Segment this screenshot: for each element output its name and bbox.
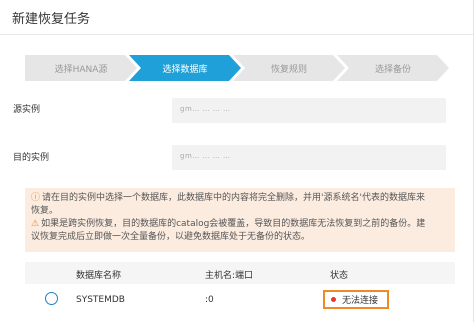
target-instance-value: gm… … … … bbox=[180, 152, 231, 160]
target-instance-label: 目的实例 bbox=[13, 153, 50, 163]
host-port-cell: :0 bbox=[205, 295, 214, 305]
warning-notice: ⓘ 请在目的实例中选择一个数据库，此数据库中的内容将完全删除，并用'源系统名'代表… bbox=[25, 188, 455, 252]
step-select-hana-source[interactable]: 选择HANA源 bbox=[25, 55, 137, 81]
status-dot-icon bbox=[331, 297, 336, 302]
warning-triangle-icon: ⚠ bbox=[31, 219, 40, 229]
notice-line-1b: 恢复。 bbox=[31, 206, 59, 216]
notice-line-3: 议恢复完成后立即做一次全量备份，以避免数据库处于无备份的状态。 bbox=[31, 232, 311, 242]
source-instance-value: gm… … … … bbox=[180, 105, 231, 113]
header-host-port: 主机名:端口 bbox=[205, 271, 254, 281]
title-divider bbox=[0, 34, 473, 35]
info-circle-icon: ⓘ bbox=[31, 193, 41, 203]
table-row[interactable]: SYSTEMDB :0 无法连接 bbox=[25, 284, 455, 318]
step-select-database[interactable]: 选择数据库 bbox=[129, 55, 241, 81]
header-status: 状态 bbox=[330, 271, 349, 281]
step-restore-rules[interactable]: 恢复规则 bbox=[233, 55, 345, 81]
status-text: 无法连接 bbox=[342, 296, 379, 306]
database-name-cell: SYSTEMDB bbox=[76, 295, 125, 305]
source-instance-label: 源实例 bbox=[13, 105, 41, 115]
dialog-title: 新建恢复任务 bbox=[12, 12, 91, 27]
status-cell: 无法连接 bbox=[323, 290, 389, 309]
target-instance-field: gm… … … … bbox=[172, 145, 446, 170]
notice-line-1: ⓘ 请在目的实例中选择一个数据库，此数据库中的内容将完全删除，并用'源系统名'代表… bbox=[31, 193, 425, 203]
header-database-name: 数据库名称 bbox=[76, 271, 122, 281]
wizard-steps: 选择HANA源 选择数据库 恢复规则 选择备份 bbox=[25, 55, 449, 81]
new-restore-task-dialog: 新建恢复任务 选择HANA源 选择数据库 恢复规则 选择备份 源实例 gm… …… bbox=[0, 0, 474, 322]
table-header: 数据库名称 主机名:端口 状态 bbox=[25, 262, 455, 284]
source-instance-field: gm… … … … bbox=[172, 98, 446, 123]
notice-line-2: ⚠ 如果是跨实例恢复，目的数据库的catalog会被覆盖，导致目的数据库无法恢复到… bbox=[31, 219, 426, 229]
step-select-backup[interactable]: 选择备份 bbox=[337, 55, 449, 81]
row-select-radio[interactable] bbox=[45, 292, 58, 305]
